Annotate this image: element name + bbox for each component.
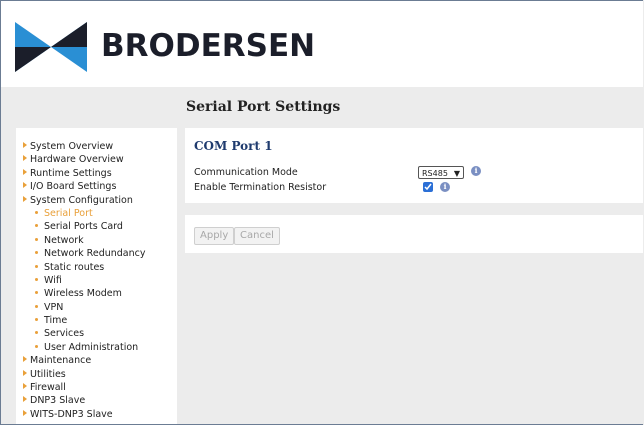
caret-right-icon <box>23 409 27 416</box>
sidebar-item-label: Serial Ports Card <box>44 221 123 233</box>
bullet-icon <box>35 237 38 241</box>
bullet-icon <box>35 331 38 335</box>
termination-resistor-label: Enable Termination Resistor <box>194 182 327 193</box>
sidebar-item[interactable]: Firewall <box>23 381 146 394</box>
bullet-icon <box>35 277 38 281</box>
sidebar-item[interactable]: User Administration <box>23 341 146 354</box>
sidebar-item-label: System Overview <box>30 141 114 152</box>
sidebar-item-label: DNP3 Slave <box>30 395 86 407</box>
termination-resistor-checkbox[interactable] <box>423 182 433 192</box>
sidebar-item[interactable]: Time <box>23 314 146 327</box>
sidebar: System Overview Hardware Overview Runtime … <box>16 128 177 424</box>
info-icon[interactable]: i <box>471 166 481 176</box>
sidebar-item-label: User Administration <box>44 341 139 353</box>
sidebar-item[interactable]: Serial Ports Card <box>23 220 146 233</box>
sidebar-item-label: Services <box>44 328 85 340</box>
caret-right-icon <box>23 142 27 148</box>
app-frame: BRODERSEN Serial Port Settings System Ov… <box>0 0 643 425</box>
sidebar-item-label: Maintenance <box>30 355 92 367</box>
sidebar-item[interactable]: Static routes <box>23 261 146 274</box>
sidebar-item[interactable]: Wireless Modem <box>23 287 146 300</box>
header: BRODERSEN <box>1 1 643 87</box>
sidebar-item[interactable]: Network <box>23 234 146 247</box>
sidebar-item[interactable]: DNP3 Slave <box>23 394 146 407</box>
sidebar-item[interactable]: Utilities <box>23 368 146 381</box>
logo-mark-icon <box>15 22 87 72</box>
sidebar-item-label: Wifi <box>44 274 62 286</box>
info-icon[interactable]: i <box>440 182 450 192</box>
communication-mode-label: Communication Mode <box>194 167 298 178</box>
sidebar-item-label: Time <box>44 315 68 327</box>
sidebar-item[interactable]: Wifi <box>23 274 146 287</box>
sidebar-item[interactable]: System Configuration <box>23 194 146 207</box>
bullet-icon <box>35 318 38 322</box>
sidebar-item-label: Firewall <box>30 382 66 394</box>
communication-mode-select[interactable]: RS485 ▼ <box>418 166 464 179</box>
caret-right-icon <box>23 396 27 403</box>
sidebar-item-label: I/O Board Settings <box>30 181 117 193</box>
sidebar-item[interactable]: Network Redundancy <box>23 247 146 260</box>
sidebar-item-label: Utilities <box>30 368 66 380</box>
sidebar-item-label: VPN <box>44 301 64 313</box>
cancel-button[interactable]: Cancel <box>234 227 280 245</box>
bullet-icon <box>35 304 38 308</box>
bullet-icon <box>35 264 38 268</box>
sidebar-item[interactable]: Hardware Overview <box>23 153 146 166</box>
actions-panel: Apply Cancel <box>185 215 643 253</box>
caret-right-icon <box>23 168 27 175</box>
logo-wordmark: BRODERSEN <box>101 28 316 64</box>
sidebar-nav: System Overview Hardware Overview Runtime … <box>23 140 146 421</box>
caret-right-icon <box>23 369 27 376</box>
caret-right-icon <box>23 155 27 162</box>
bullet-icon <box>35 210 38 214</box>
checkmark-icon <box>424 183 432 191</box>
communication-mode-value: RS485 <box>422 169 448 178</box>
sidebar-item[interactable]: Runtime Settings <box>23 167 146 180</box>
sidebar-item-label: Wireless Modem <box>44 288 122 300</box>
sidebar-item[interactable]: VPN <box>23 301 146 314</box>
sidebar-item-label: Network Redundancy <box>44 248 146 260</box>
bullet-icon <box>35 344 38 348</box>
sidebar-item-label: Hardware Overview <box>30 154 124 166</box>
bullet-icon <box>35 224 38 228</box>
sidebar-item-label: WITS-DNP3 Slave <box>30 408 113 420</box>
sidebar-item-label: Static routes <box>44 261 105 273</box>
sidebar-item-label: Network <box>44 234 84 246</box>
sidebar-item-label: System Configuration <box>30 194 133 206</box>
bullet-icon <box>35 251 38 255</box>
com-port-title: COM Port 1 <box>194 139 273 153</box>
sidebar-item[interactable]: System Overview <box>23 140 146 153</box>
brand-logo: BRODERSEN <box>15 18 315 76</box>
bullet-icon <box>35 291 38 295</box>
com-port-panel: COM Port 1 Communication Mode RS485 ▼ i … <box>185 128 643 203</box>
sidebar-item-label: Runtime Settings <box>30 167 112 179</box>
caret-right-icon <box>23 195 27 202</box>
sidebar-item[interactable]: Maintenance <box>23 354 146 367</box>
caret-right-icon <box>23 356 27 363</box>
page-title: Serial Port Settings <box>186 99 341 115</box>
sidebar-item[interactable]: Serial Port <box>23 207 146 220</box>
sidebar-item[interactable]: Services <box>23 327 146 340</box>
sidebar-item[interactable]: WITS-DNP3 Slave <box>23 408 146 421</box>
sidebar-item[interactable]: I/O Board Settings <box>23 180 146 193</box>
caret-right-icon <box>23 383 27 390</box>
chevron-down-icon: ▼ <box>453 169 460 178</box>
apply-button[interactable]: Apply <box>194 227 235 245</box>
caret-right-icon <box>23 182 27 189</box>
sidebar-item-label: Serial Port <box>44 207 93 219</box>
